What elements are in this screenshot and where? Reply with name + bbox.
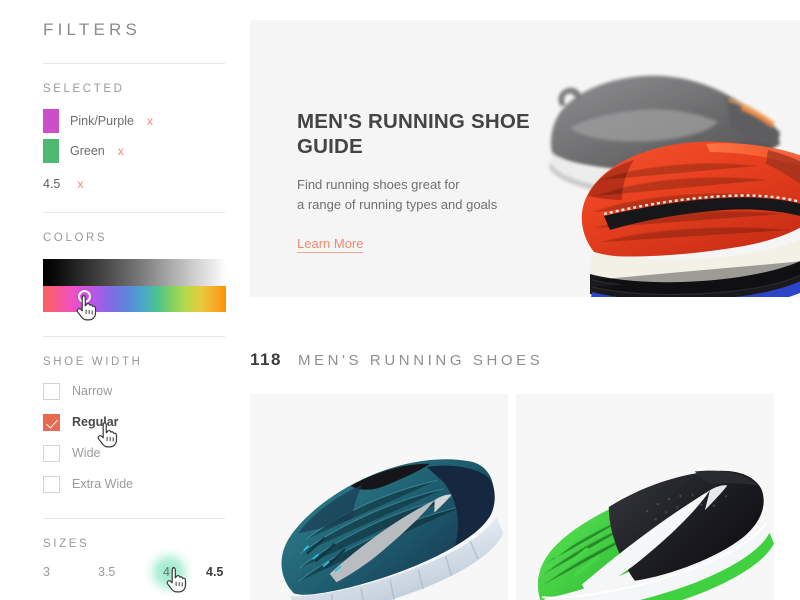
shoe-width-option-extra-wide[interactable]: Extra Wide [43,475,133,493]
remove-filter-icon[interactable]: x [147,115,153,127]
filters-sidebar: FILTERS SELECTED Pink/Purple x Green x 4… [0,0,250,600]
selected-filter-label: Pink/Purple [70,114,134,128]
remove-filter-icon[interactable]: x [77,178,83,190]
shoe-width-option-label: Extra Wide [72,477,134,491]
main-content: MEN'S RUNNING SHOE GUIDE Find running sh… [250,0,800,600]
hero-copy: MEN'S RUNNING SHOE GUIDE Find running sh… [297,110,587,254]
filters-heading: FILTERS [43,20,142,39]
hue-gradient-band[interactable] [43,286,226,312]
shoe-width-option-label: Narrow [72,384,113,398]
color-picker-handle[interactable] [78,290,91,303]
divider [43,63,225,64]
checkbox-checked-icon[interactable] [43,413,60,431]
size-option-3-5[interactable]: 3.5 [98,560,115,584]
hero-subtitle: Find running shoes great for a range of … [297,175,587,215]
hero-subtitle-line-1: Find running shoes great for [297,177,460,193]
divider [43,336,225,337]
shoe-width-section-label: SHOE WIDTH [43,356,143,368]
hero-banner[interactable]: MEN'S RUNNING SHOE GUIDE Find running sh… [250,20,800,297]
divider [43,518,225,519]
shoe-width-option-regular[interactable]: Regular [43,413,119,431]
color-swatch-pink-purple [43,109,59,133]
color-picker[interactable] [43,259,226,312]
selected-size-value: 4.5 [43,177,61,191]
learn-more-link[interactable]: Learn More [297,236,364,254]
shoe-width-option-narrow[interactable]: Narrow [43,382,112,400]
selected-filter-size: 4.5 x [43,177,83,191]
size-option-3[interactable]: 3 [43,560,50,584]
selected-filter-pink-purple: Pink/Purple x [43,109,153,133]
checkbox-icon[interactable] [43,475,60,493]
product-image-green-black [516,394,774,600]
selected-filter-label: Green [70,144,105,158]
color-swatch-green [43,139,59,163]
checkbox-icon[interactable] [43,382,60,400]
size-option-4-5[interactable]: 4.5 [206,560,223,584]
selected-filter-green: Green x [43,139,124,163]
divider [43,212,225,213]
sizes-section-label: SIZES [43,538,90,550]
product-listing-page: FILTERS SELECTED Pink/Purple x Green x 4… [0,0,800,600]
results-header: 118 MEN'S RUNNING SHOES [250,350,543,370]
shoe-width-option-wide[interactable]: Wide [43,444,100,462]
product-image-teal-flyknit [250,394,508,600]
results-count: 118 [250,350,282,369]
size-option-4[interactable]: 4 [163,560,170,584]
product-card[interactable] [516,394,774,600]
colors-section-label: COLORS [43,232,108,244]
product-grid [250,394,800,600]
results-label: MEN'S RUNNING SHOES [297,352,544,369]
hero-title: MEN'S RUNNING SHOE GUIDE [297,110,530,158]
hero-subtitle-line-2: a range of running types and goals [297,197,498,213]
product-card[interactable] [250,394,508,600]
sizes-options-row: 3 3.5 4 4.5 [43,547,228,597]
shoe-width-option-label: Regular [72,415,119,429]
checkbox-icon[interactable] [43,444,60,462]
selected-section-label: SELECTED [43,83,125,95]
shoe-width-option-label: Wide [72,446,101,460]
remove-filter-icon[interactable]: x [118,145,124,157]
grayscale-gradient-band[interactable] [43,259,226,286]
